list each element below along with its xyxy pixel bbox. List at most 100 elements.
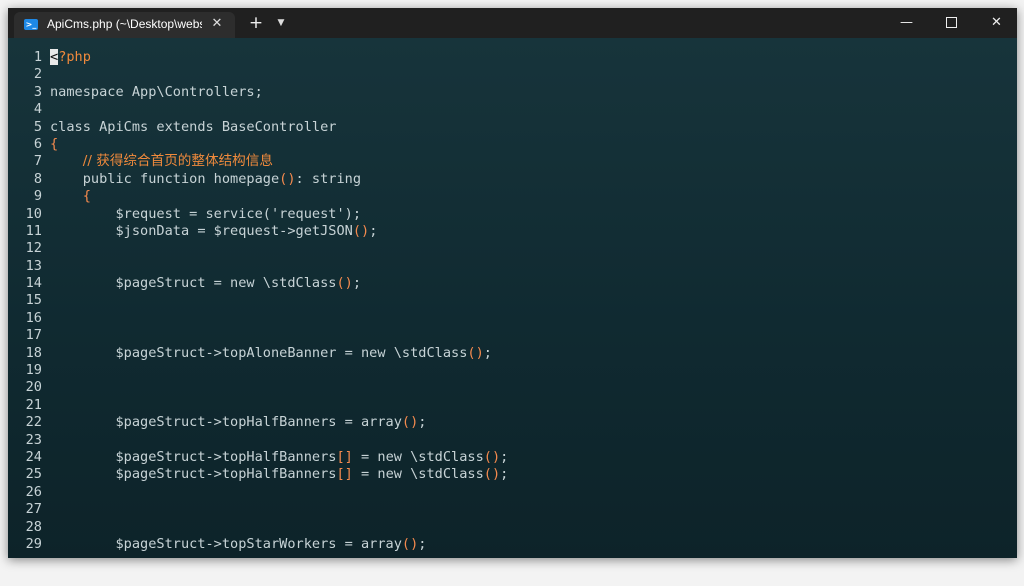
code-line: 8 public function homepage(): string	[8, 171, 1017, 188]
line-number: 1	[33, 49, 42, 65]
maximize-button[interactable]	[929, 8, 974, 38]
line-number: 6	[33, 135, 42, 152]
code-token: $request = service('request');	[50, 205, 361, 222]
code-text: $pageStruct->topAloneBanner = new \stdCl…	[50, 344, 492, 362]
line-number: 9	[33, 188, 42, 205]
line-number: 29	[25, 535, 42, 552]
line-number: 15	[25, 292, 42, 309]
code-token: {	[82, 188, 91, 205]
code-line: 1 <?php	[8, 49, 1017, 66]
code-token: ;	[483, 344, 492, 361]
code-text: public function homepage(): string	[50, 171, 361, 188]
code-line: 4	[8, 101, 1017, 118]
line-number: 25	[25, 466, 42, 483]
code-text: <?php	[50, 49, 91, 66]
code-token: ;	[352, 275, 362, 292]
line-number: 18	[25, 344, 42, 361]
close-window-button[interactable]: ✕	[974, 8, 1017, 38]
code-line: 26	[8, 484, 1017, 501]
line-number: 8	[33, 170, 42, 187]
code-line: 5 class ApiCms extends BaseController	[8, 119, 1017, 136]
code-line: 12	[8, 240, 1017, 257]
terminal-content[interactable]: 1 <?php 2 3 namespace App\Controllers; 4 5 clas…	[8, 38, 1017, 558]
new-tab-button[interactable]: +	[246, 13, 266, 33]
tab-apicms[interactable]: >_ ApiCms.php (~\Desktop\webs ✕	[14, 12, 235, 38]
minimize-button[interactable]: —	[884, 8, 929, 38]
code-line: 13	[8, 258, 1017, 275]
line-number: 26	[25, 483, 42, 500]
code-token: ()	[279, 170, 296, 187]
code-token: = new \stdClass	[352, 448, 484, 465]
code-token: : string	[295, 170, 362, 187]
line-number: 2	[33, 66, 42, 83]
code-text: $pageStruct->topHalfBanners[] = new \std…	[50, 466, 508, 483]
code-line: 9 {	[8, 188, 1017, 205]
code-text: $pageStruct->topHalfBanners[] = new \std…	[50, 449, 508, 466]
line-number: 27	[25, 501, 42, 518]
code-line: 11 $jsonData = $request->getJSON();	[8, 223, 1017, 240]
line-number: 16	[25, 309, 42, 326]
code-line: 24 $pageStruct->topHalfBanners[] = new \…	[8, 449, 1017, 466]
code-line: 2	[8, 66, 1017, 83]
code-token: ;	[369, 222, 378, 239]
code-token: $pageStruct = new \stdClass	[50, 275, 337, 292]
code-token: $pageStruct->topHalfBanners	[50, 466, 337, 483]
code-text: $request = service('request');	[50, 206, 361, 223]
code-token: ()	[401, 414, 419, 431]
code-line: 19	[8, 362, 1017, 379]
code-line: 16	[8, 310, 1017, 327]
code-line: 17	[8, 327, 1017, 344]
code-token: []	[336, 466, 353, 483]
code-token: ;	[500, 466, 509, 483]
code-line: 15	[8, 292, 1017, 309]
line-number: 22	[25, 414, 42, 431]
code-line: 14 $pageStruct = new \stdClass();	[8, 275, 1017, 292]
line-number: 5	[33, 118, 42, 135]
code-token: ;	[418, 414, 427, 431]
code-token: ()	[336, 275, 353, 292]
code-token: ;	[500, 448, 509, 465]
close-icon[interactable]: ✕	[207, 14, 227, 34]
line-number: 23	[25, 431, 42, 448]
line-number: 21	[25, 396, 42, 413]
text-cursor: <	[50, 49, 59, 65]
code-line: 3 namespace App\Controllers;	[8, 84, 1017, 101]
title-bar[interactable]: >_ ApiCms.php (~\Desktop\webs ✕ + ▼ — ✕	[8, 8, 1017, 38]
line-number: 24	[25, 448, 42, 465]
code-token: ()	[467, 344, 484, 361]
code-text: $pageStruct->topStarWorkers = array();	[50, 536, 426, 553]
code-token: $jsonData = $request->getJSON	[50, 222, 353, 239]
code-text: $pageStruct = new \stdClass();	[50, 275, 361, 292]
line-number: 13	[25, 257, 42, 274]
code-token: ()	[401, 535, 419, 552]
line-number: 10	[25, 205, 42, 222]
code-token: ()	[483, 448, 501, 465]
code-line: 7 // 获得综合首页的整体结构信息	[8, 153, 1017, 170]
code-line: 23	[8, 432, 1017, 449]
line-number: 17	[25, 327, 42, 344]
code-token: ?php	[58, 49, 91, 65]
line-number: 4	[33, 101, 42, 118]
code-line: 6{	[8, 136, 1017, 153]
code-token: []	[336, 448, 353, 465]
code-line: 29 $pageStruct->topStarWorkers = array()…	[8, 536, 1017, 553]
code-text: {	[50, 188, 91, 205]
code-editor[interactable]: 1 <?php 2 3 namespace App\Controllers; 4 5 clas…	[8, 49, 1017, 553]
line-number: 3	[33, 83, 42, 100]
line-number: 14	[25, 275, 42, 292]
line-number: 28	[25, 518, 42, 535]
line-number: 11	[25, 222, 42, 239]
code-token: $pageStruct->topHalfBanners	[50, 448, 337, 465]
chevron-down-icon[interactable]: ▼	[273, 16, 289, 30]
code-token: // 获得综合首页的整体结构信息	[82, 153, 273, 170]
code-line: 28	[8, 519, 1017, 536]
code-line: 25 $pageStruct->topHalfBanners[] = new \…	[8, 466, 1017, 483]
code-token: ;	[418, 535, 427, 552]
code-text: $pageStruct->topHalfBanners = array();	[50, 414, 426, 431]
code-text: {	[50, 136, 58, 153]
code-line: 10 $request = service('request');	[8, 206, 1017, 223]
code-token: = new \stdClass	[352, 466, 484, 483]
code-text: namespace App\Controllers;	[50, 84, 263, 101]
code-token: $pageStruct->topHalfBanners = array	[50, 414, 402, 431]
